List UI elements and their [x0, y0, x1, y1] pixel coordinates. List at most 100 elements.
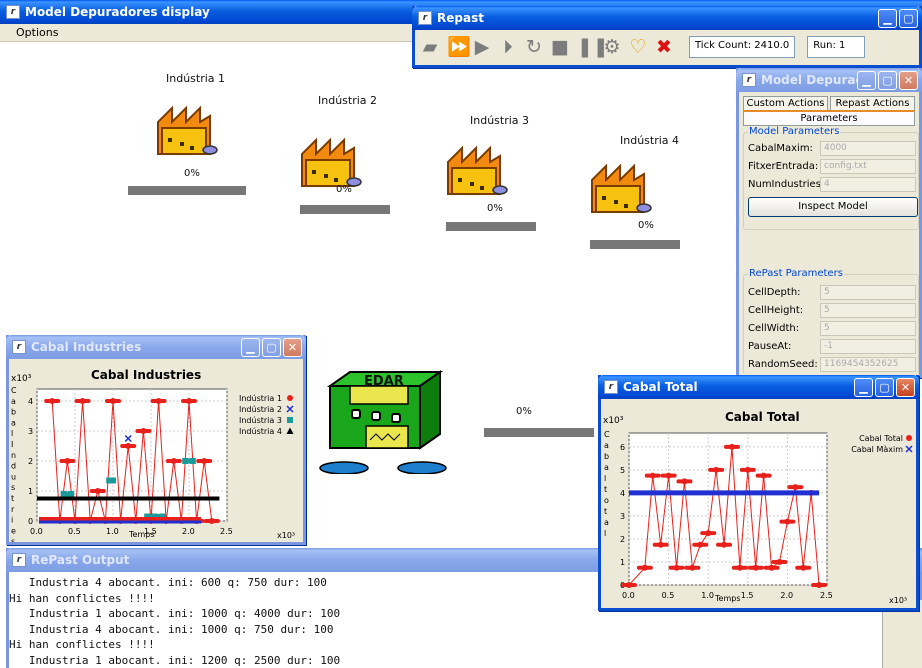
repast-window-title: Repast — [437, 11, 484, 25]
settings-icon[interactable]: ⚙ — [603, 37, 621, 57]
legend-label: Cabal Màxim — [851, 445, 903, 454]
data-point — [697, 541, 704, 548]
bulb-icon[interactable]: ♡ — [629, 37, 647, 57]
close-icon[interactable]: ✕ — [896, 377, 915, 397]
maximize-icon[interactable]: ▢ — [878, 70, 897, 90]
maximize-icon[interactable]: ▢ — [899, 8, 918, 28]
legend-label: Indústria 3 — [239, 416, 282, 425]
minimize-icon[interactable]: ▁ — [878, 8, 897, 28]
y-axis-label-char: r — [11, 505, 15, 514]
y-axis-label-char: a — [604, 463, 609, 472]
factory-icon[interactable] — [444, 144, 508, 196]
data-point — [140, 428, 147, 434]
param-field-cellheight[interactable]: 5 — [820, 303, 916, 318]
x-tick-label: 0.0 — [622, 591, 635, 600]
minimize-icon[interactable]: ▁ — [241, 337, 260, 357]
y-axis-label-char: i — [11, 516, 13, 525]
maximize-icon[interactable]: ▢ — [262, 337, 281, 357]
param-field-numindustries[interactable]: 4 — [820, 177, 916, 192]
param-field-celldepth[interactable]: 5 — [820, 285, 916, 300]
factory-icon[interactable] — [588, 162, 652, 214]
param-field-cellwidth[interactable]: 5 — [820, 321, 916, 336]
repast-titlebar[interactable]: r Repast ▁ ▢ — [412, 6, 922, 30]
factory-icon[interactable] — [154, 104, 218, 156]
data-point — [689, 564, 696, 571]
data-point — [155, 398, 162, 404]
pause-icon[interactable]: ❚❚ — [577, 37, 609, 57]
y-axis-label-char: e — [11, 526, 16, 535]
param-label: CellWidth: — [748, 323, 800, 334]
industry-2-label: Indústria 2 — [318, 94, 378, 107]
tab-parameters[interactable]: Parameters — [743, 110, 915, 126]
data-point — [784, 518, 791, 525]
parameters-window: r Model Depurad... ▁ ▢ ✕ Custom Actions … — [736, 68, 922, 378]
repast-app-icon: r — [6, 5, 20, 19]
param-label: CellDepth: — [748, 287, 801, 298]
y-axis-label-char: u — [11, 472, 16, 481]
output-line: Industria 1 abocant. ini: 1200 q: 2500 d… — [9, 653, 341, 667]
data-point — [182, 458, 189, 464]
minimize-icon[interactable]: ▁ — [854, 377, 873, 397]
run-number: Run: 1 — [807, 35, 866, 58]
data-point — [665, 472, 672, 479]
model-parameters-title: Model Parameters — [748, 126, 841, 137]
param-field-pauseat[interactable]: -1 — [820, 339, 916, 354]
play-icon[interactable]: ▶ — [473, 37, 491, 57]
reset-icon[interactable]: ↻ — [525, 37, 543, 57]
data-point — [64, 458, 71, 464]
data-point — [208, 518, 215, 524]
data-point — [736, 564, 743, 571]
param-field-cabalmaxim[interactable]: 4000 — [820, 141, 916, 156]
x-multiplier: x10³ — [889, 596, 907, 605]
x-multiplier: x10³ — [277, 531, 295, 540]
factory-icon[interactable] — [298, 136, 362, 188]
param-label: RandomSeed: — [748, 359, 818, 370]
setup-icon[interactable]: ▰ — [421, 37, 439, 57]
cabal-industries-titlebar[interactable]: r Cabal Industries ▁ ▢ ✕ — [6, 335, 306, 359]
maximize-icon[interactable]: ▢ — [875, 377, 894, 397]
repast-app-icon: r — [12, 340, 26, 354]
industry-2-percent: 0% — [336, 184, 352, 195]
industry-3-label: Indústria 3 — [470, 114, 530, 127]
chart-title: Cabal Total — [725, 410, 800, 424]
cabal-total-titlebar[interactable]: r Cabal Total ▁ ▢ ✕ — [598, 375, 919, 399]
industry-4-bar — [590, 240, 680, 249]
data-point — [49, 398, 56, 404]
exit-icon[interactable]: ✖ — [655, 37, 673, 57]
data-point — [728, 443, 735, 450]
close-icon[interactable]: ✕ — [899, 70, 918, 90]
x-tick-label: 1.5 — [144, 527, 157, 536]
y-axis-label-char: I — [11, 440, 13, 449]
x-tick-label: 0.0 — [30, 527, 43, 536]
data-point — [286, 427, 294, 434]
output-line: Industria 4 abocant. ini: 1000 q: 750 du… — [9, 622, 334, 636]
tab-repast-actions[interactable]: Repast Actions — [830, 96, 915, 110]
params-titlebar[interactable]: r Model Depurad... ▁ ▢ ✕ — [736, 68, 922, 92]
data-point — [110, 477, 116, 484]
stop-square-icon[interactable]: ■ — [551, 37, 569, 57]
y-axis-label-char: a — [11, 418, 16, 427]
param-field-randomseed[interactable]: 1169454352625 — [820, 357, 916, 372]
y-multiplier: x10³ — [603, 416, 624, 426]
inspect-model-button[interactable]: Inspect Model — [748, 197, 918, 217]
industry-1-percent: 0% — [184, 168, 200, 179]
step-fast-icon[interactable]: ⏩ — [447, 37, 471, 57]
step-icon[interactable]: ⏵ — [499, 37, 517, 57]
legend-label: Indústria 1 — [239, 394, 282, 403]
y-tick-label: 5 — [620, 466, 625, 475]
industry-4-percent: 0% — [638, 220, 654, 231]
industry-2-bar — [300, 205, 390, 214]
y-axis-label-char: t — [11, 494, 14, 503]
param-label: PauseAt: — [748, 341, 792, 352]
x-tick-label: 1.0 — [106, 527, 119, 536]
data-point — [673, 564, 680, 571]
menu-options[interactable]: Options — [16, 26, 58, 39]
close-icon[interactable]: ✕ — [283, 337, 302, 357]
repast-app-icon: r — [742, 73, 756, 87]
data-point — [287, 395, 293, 401]
minimize-icon[interactable]: ▁ — [857, 70, 876, 90]
param-field-fitxerentrada[interactable]: config.txt — [820, 159, 916, 174]
data-point — [776, 558, 783, 565]
tab-custom-actions[interactable]: Custom Actions — [743, 96, 828, 110]
param-label: FitxerEntrada: — [748, 161, 819, 172]
